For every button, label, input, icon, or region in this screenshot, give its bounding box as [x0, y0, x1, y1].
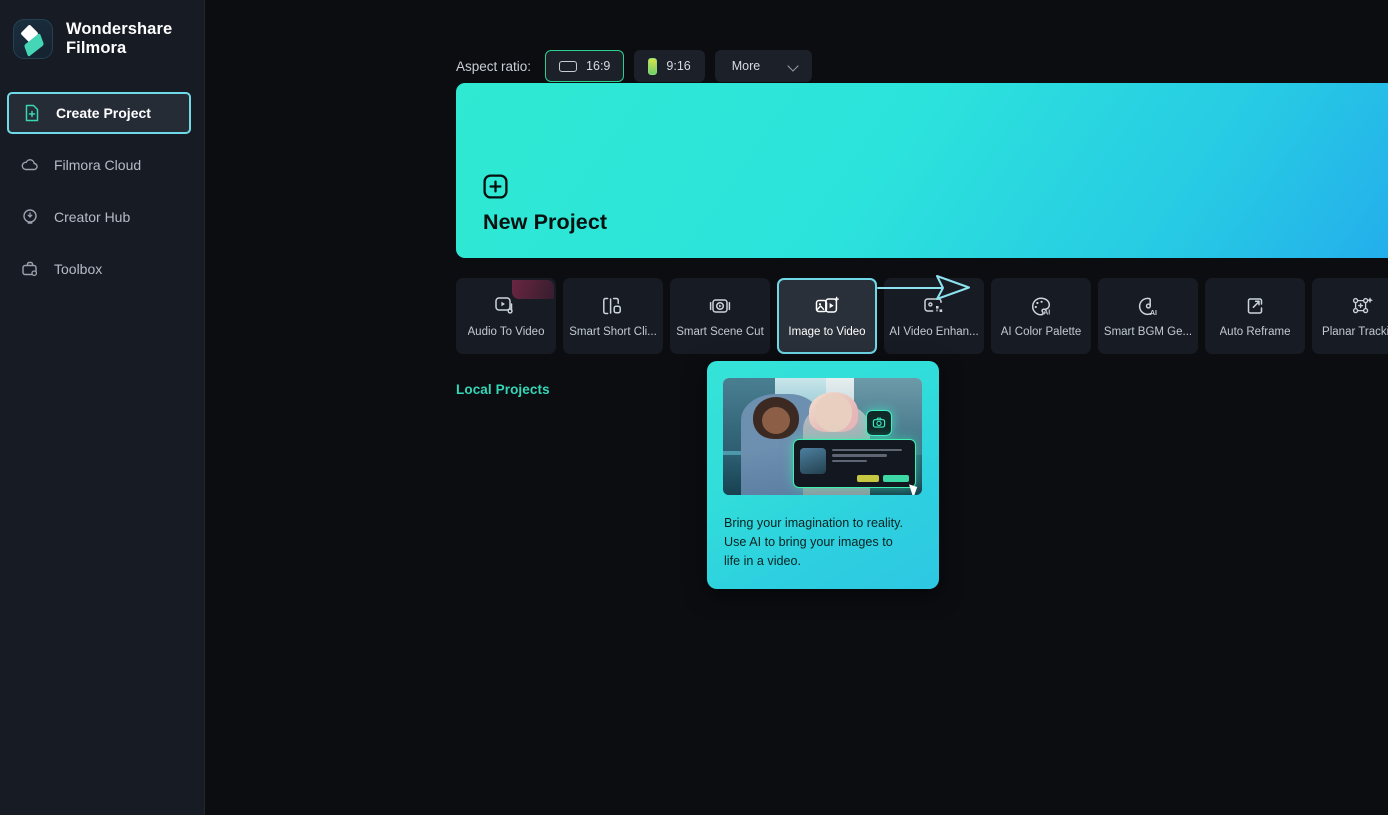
ai-video-enhancer-icon	[921, 294, 947, 318]
sidebar-item-label: Toolbox	[54, 261, 103, 277]
new-badge	[512, 280, 554, 299]
tool-smart-bgm-generate[interactable]: AI Smart BGM Ge...	[1098, 278, 1198, 354]
tool-audio-to-video[interactable]: Audio To Video	[456, 278, 556, 354]
aspect-ratio-toolbar: Aspect ratio: 16:9 9:16 More	[456, 50, 812, 82]
tool-label: AI Color Palette	[1000, 326, 1082, 338]
tool-image-to-video[interactable]: Image to Video	[777, 278, 877, 354]
aspect-ratio-9-16-button[interactable]: 9:16	[634, 50, 705, 82]
aspect-ratio-16-9-button[interactable]: 16:9	[545, 50, 625, 82]
preview-person-left-face	[761, 407, 790, 435]
aspect-ratio-9-16-label: 9:16	[666, 59, 691, 73]
aspect-ratio-label: Aspect ratio:	[456, 58, 532, 74]
sidebar-item-label: Creator Hub	[54, 209, 131, 225]
smart-short-clips-icon	[600, 294, 626, 318]
file-plus-icon	[22, 103, 42, 123]
more-label: More	[731, 59, 761, 73]
tool-label: AI Video Enhan...	[889, 326, 979, 338]
sidebar-item-toolbox[interactable]: Toolbox	[5, 248, 199, 290]
tool-label: Smart Scene Cut	[676, 326, 764, 338]
filmora-logo-icon	[13, 19, 53, 59]
tool-planar-tracking[interactable]: Planar Tracking	[1312, 278, 1388, 354]
sidebar-item-create-project[interactable]: Create Project	[7, 92, 191, 134]
sidebar-item-label: Filmora Cloud	[54, 157, 142, 173]
new-project-banner-content: New Project	[483, 174, 607, 235]
sidebar-nav: Create Project Filmora Cloud Creator Hub…	[0, 92, 204, 290]
preview-panel-thumbnail	[799, 447, 826, 474]
svg-text:AI: AI	[1150, 310, 1157, 317]
preview-panel-button-secondary	[856, 474, 879, 482]
toolbox-icon	[20, 259, 40, 279]
tool-label: Smart BGM Ge...	[1103, 326, 1193, 338]
smart-bgm-generate-icon: AI	[1135, 294, 1161, 318]
brand-header: Wondershare Filmora	[0, 0, 204, 59]
tooltip-description: Bring your imagination to reality. Use A…	[724, 516, 903, 568]
tool-smart-scene-cut[interactable]: Smart Scene Cut	[670, 278, 770, 354]
tool-ai-video-enhancer[interactable]: AI Video Enhan...	[884, 278, 984, 354]
brand-name: Wondershare Filmora	[66, 20, 173, 57]
tooltip-preview-image	[723, 378, 922, 495]
image-to-video-icon	[814, 294, 840, 318]
aspect-ratio-more-button[interactable]: More	[714, 50, 812, 82]
tool-label: Image to Video	[788, 326, 866, 338]
lightbulb-icon	[20, 207, 40, 227]
tool-auto-reframe[interactable]: Auto Reframe	[1205, 278, 1305, 354]
tool-label: Auto Reframe	[1219, 326, 1291, 338]
ai-tools-strip: Audio To Video Smart Short Cli... Smart …	[456, 278, 1388, 354]
preview-panel-button-primary	[882, 474, 909, 482]
plus-square-icon	[483, 174, 508, 199]
tool-smart-short-clips[interactable]: Smart Short Cli...	[563, 278, 663, 354]
auto-reframe-icon	[1242, 294, 1268, 318]
preview-camera-badge-icon	[866, 409, 893, 436]
aspect-ratio-16-9-label: 16:9	[586, 59, 611, 73]
sidebar: Wondershare Filmora Create Project Filmo…	[0, 0, 205, 815]
local-projects-heading: Local Projects	[456, 382, 550, 397]
svg-text:AI: AI	[1043, 310, 1050, 317]
new-project-banner[interactable]: New Project	[456, 83, 1388, 258]
preview-person-right-face	[814, 394, 853, 432]
filmora-app-window: Wondershare Filmora Create Project Filmo…	[0, 0, 1388, 815]
tool-label: Smart Short Cli...	[569, 326, 657, 338]
image-to-video-tooltip-card: Bring your imagination to reality. Use A…	[707, 361, 939, 589]
smart-scene-cut-icon	[707, 294, 733, 318]
chevron-down-icon	[788, 61, 799, 72]
tool-label: Planar Tracking	[1322, 326, 1388, 338]
preview-panel-text-lines	[831, 448, 908, 466]
landscape-frame-icon	[559, 60, 578, 72]
main-content: Aspect ratio: 16:9 9:16 More New Project…	[205, 0, 1388, 815]
portrait-frame-icon	[648, 57, 658, 75]
sidebar-item-label: Create Project	[56, 105, 151, 121]
tool-ai-color-palette[interactable]: AI AI Color Palette	[991, 278, 1091, 354]
ai-color-palette-icon: AI	[1028, 294, 1054, 318]
tool-label: Audio To Video	[467, 326, 545, 338]
sidebar-item-creator-hub[interactable]: Creator Hub	[5, 196, 199, 238]
sidebar-item-filmora-cloud[interactable]: Filmora Cloud	[5, 144, 199, 186]
new-project-title: New Project	[483, 210, 608, 234]
planar-tracking-icon	[1349, 294, 1375, 318]
preview-ui-panel	[792, 438, 917, 488]
cloud-icon	[20, 155, 40, 175]
